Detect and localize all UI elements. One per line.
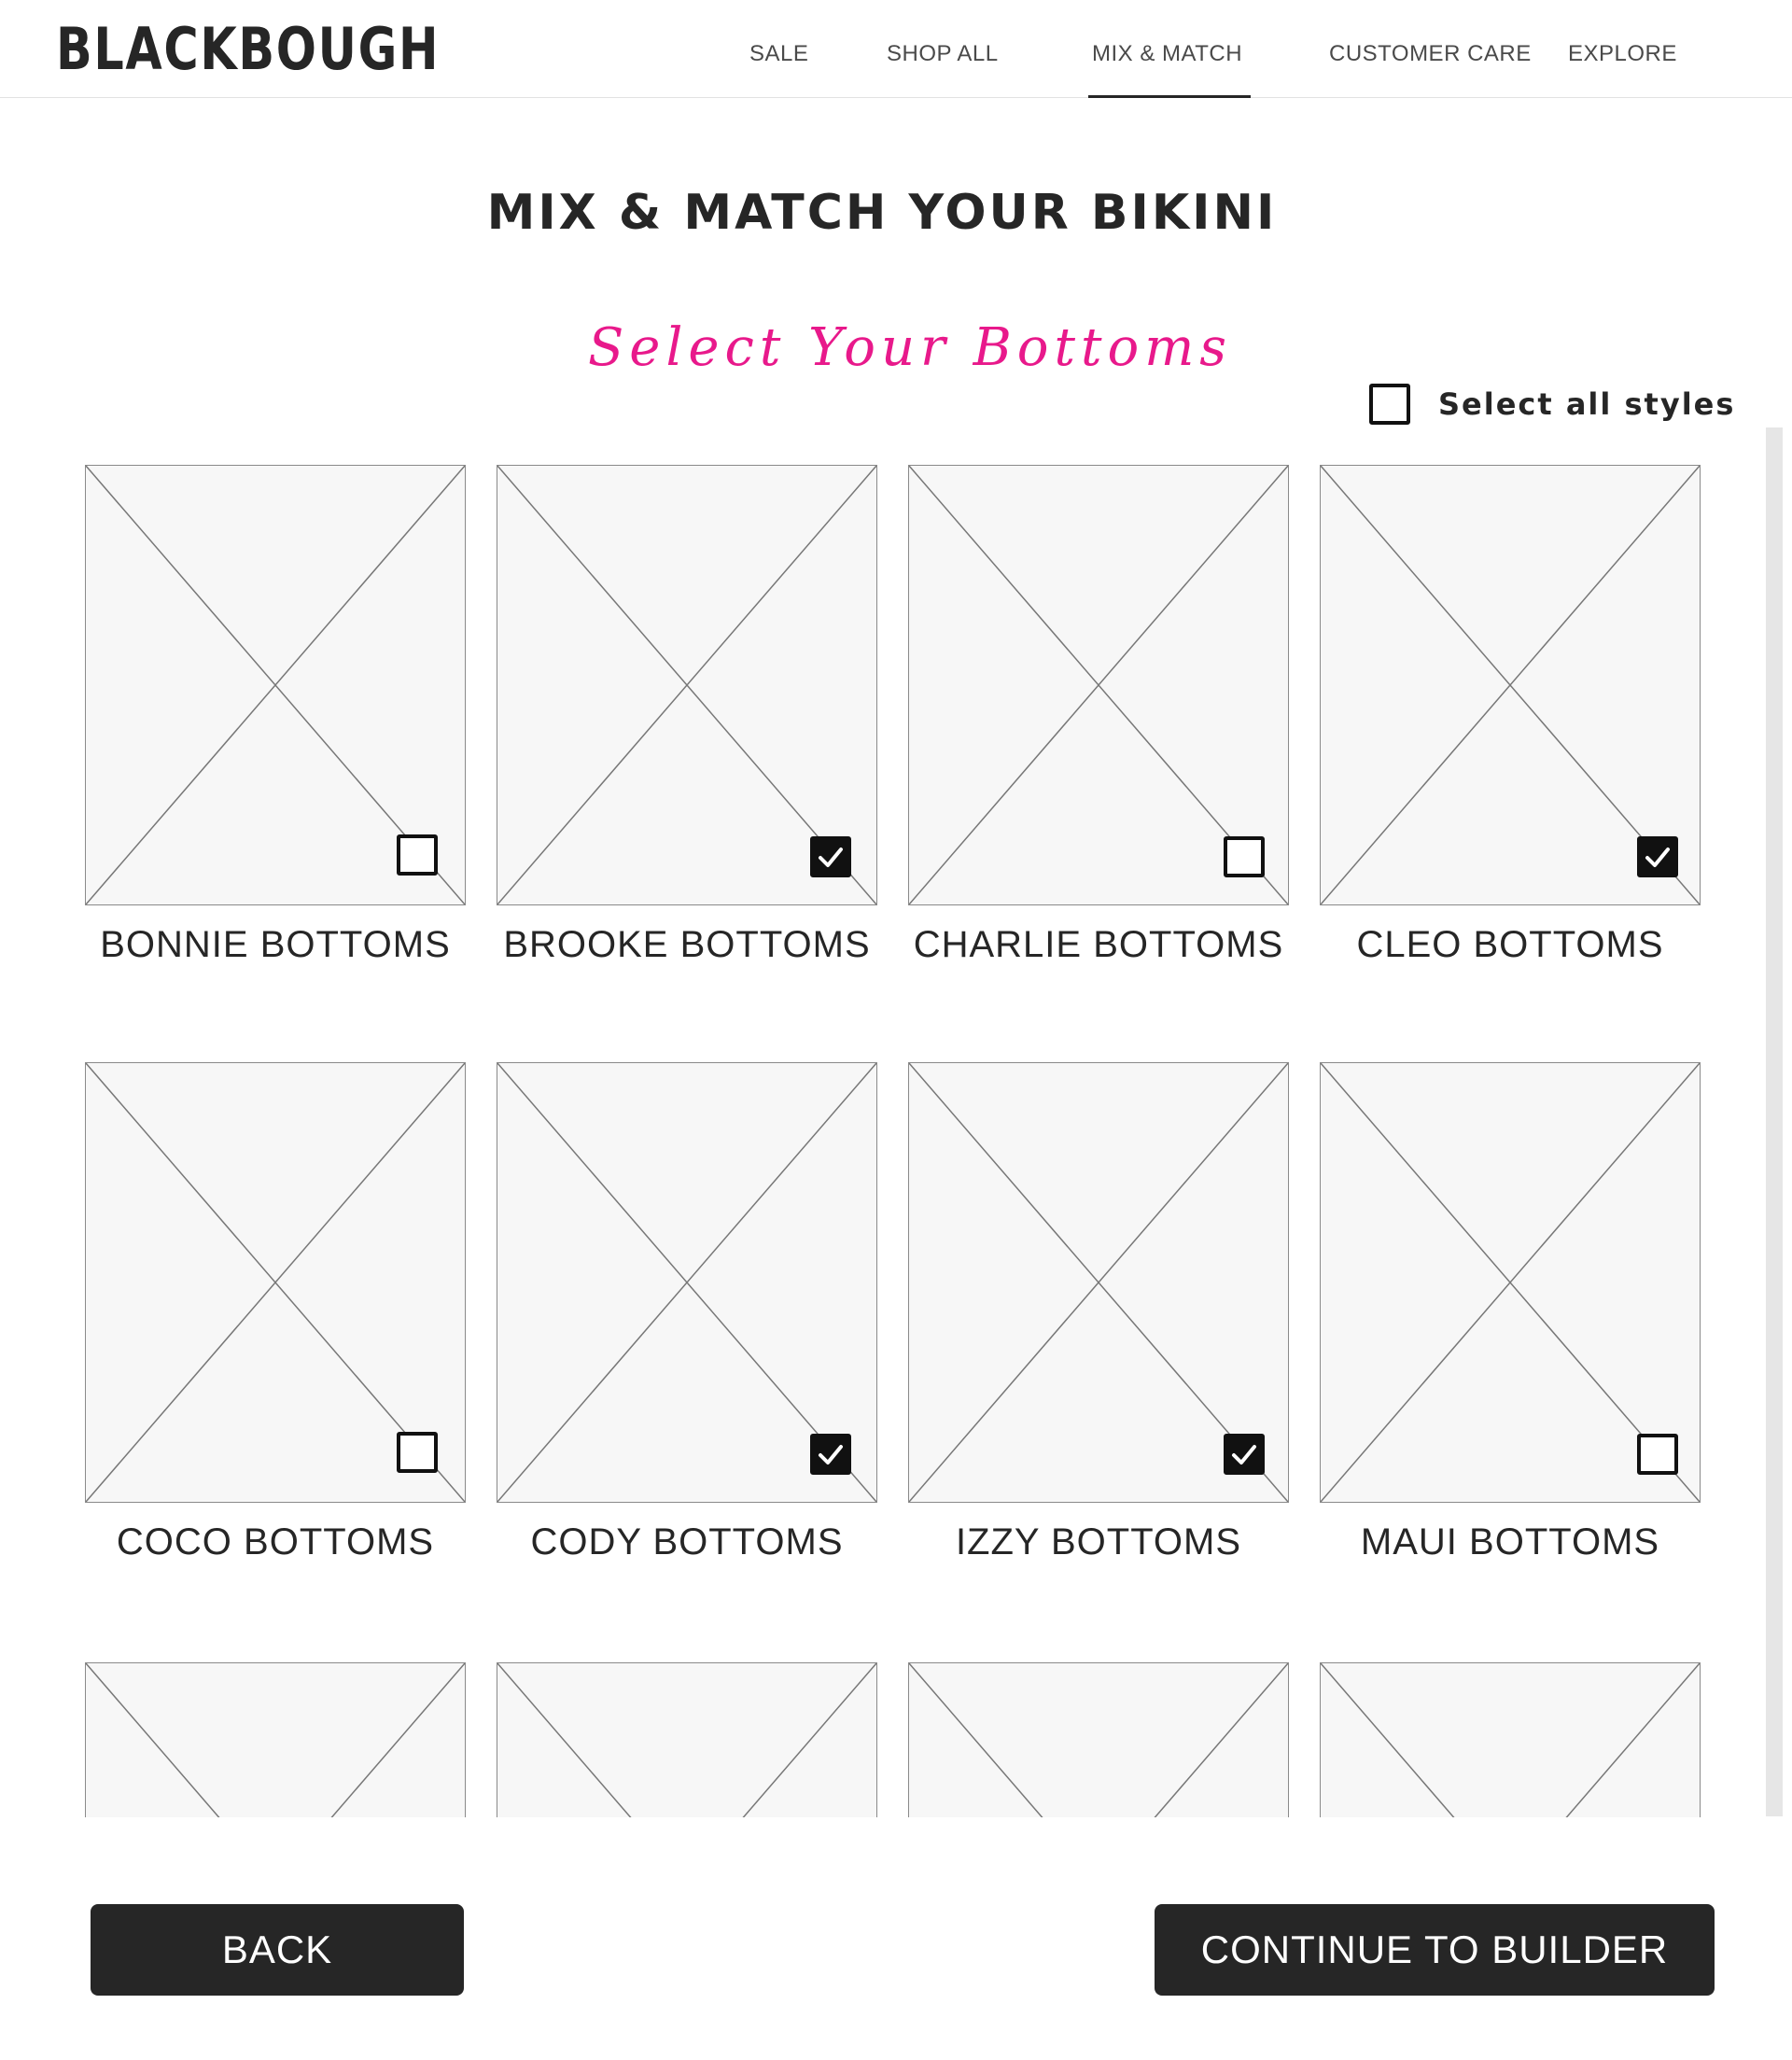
product-name[interactable]: MAUI BOTTOMS <box>1310 1520 1710 1564</box>
product-image-placeholder[interactable] <box>908 1662 1289 1817</box>
product-image-placeholder[interactable] <box>497 1662 877 1817</box>
product-checkbox[interactable] <box>1224 836 1265 877</box>
checkmark-icon <box>819 1445 843 1464</box>
product-grid[interactable]: BONNIE BOTTOMS BROOKE BOTTOMS CHARLIE BOTT… <box>0 425 1792 1817</box>
product-checkbox-checked[interactable] <box>810 1434 851 1475</box>
product-image-placeholder[interactable] <box>85 1662 466 1817</box>
product-checkbox-checked[interactable] <box>1637 836 1678 877</box>
product-name[interactable]: BROOKE BOTTOMS <box>487 922 887 967</box>
product-name[interactable]: CODY BOTTOMS <box>487 1520 887 1564</box>
product-checkbox[interactable] <box>1637 1434 1678 1475</box>
checkmark-icon <box>1232 1445 1256 1464</box>
select-all-checkbox[interactable] <box>1369 384 1410 425</box>
nav-mix-match[interactable]: MIX & MATCH <box>1092 41 1242 67</box>
nav-explore[interactable]: EXPLORE <box>1568 41 1677 67</box>
nav-sale[interactable]: SALE <box>749 41 808 67</box>
product-name[interactable]: IZZY BOTTOMS <box>899 1520 1298 1564</box>
product-checkbox-checked[interactable] <box>1224 1434 1265 1475</box>
select-all-label[interactable]: Select all styles <box>1438 386 1735 422</box>
checkmark-icon <box>1645 848 1670 867</box>
nav-active-indicator <box>1088 95 1251 98</box>
brand-logo[interactable]: BLACKBOUGH <box>56 19 440 80</box>
product-checkbox[interactable] <box>397 834 438 876</box>
back-button[interactable]: BACK <box>91 1904 464 1996</box>
nav-shop-all[interactable]: SHOP ALL <box>887 41 999 67</box>
product-checkbox-checked[interactable] <box>810 836 851 877</box>
continue-to-builder-button[interactable]: CONTINUE TO BUILDER <box>1155 1904 1715 1996</box>
nav-customer-care[interactable]: CUSTOMER CARE <box>1329 41 1532 67</box>
product-name[interactable]: BONNIE BOTTOMS <box>76 922 475 967</box>
select-all-styles[interactable]: Select all styles <box>1369 383 1735 426</box>
section-subtitle: Select Your Bottoms <box>587 317 1233 378</box>
checkmark-icon <box>819 848 843 867</box>
page-title: MIX & MATCH YOUR BIKINI <box>486 185 1278 241</box>
product-name[interactable]: CLEO BOTTOMS <box>1310 922 1710 967</box>
product-name[interactable]: CHARLIE BOTTOMS <box>899 922 1298 967</box>
site-header: BLACKBOUGH SALE SHOP ALL MIX & MATCH CUS… <box>0 0 1792 98</box>
grid-scrollbar[interactable] <box>1766 427 1783 1816</box>
product-name[interactable]: COCO BOTTOMS <box>76 1520 475 1564</box>
product-image-placeholder[interactable] <box>1320 1662 1701 1817</box>
product-checkbox[interactable] <box>397 1432 438 1473</box>
